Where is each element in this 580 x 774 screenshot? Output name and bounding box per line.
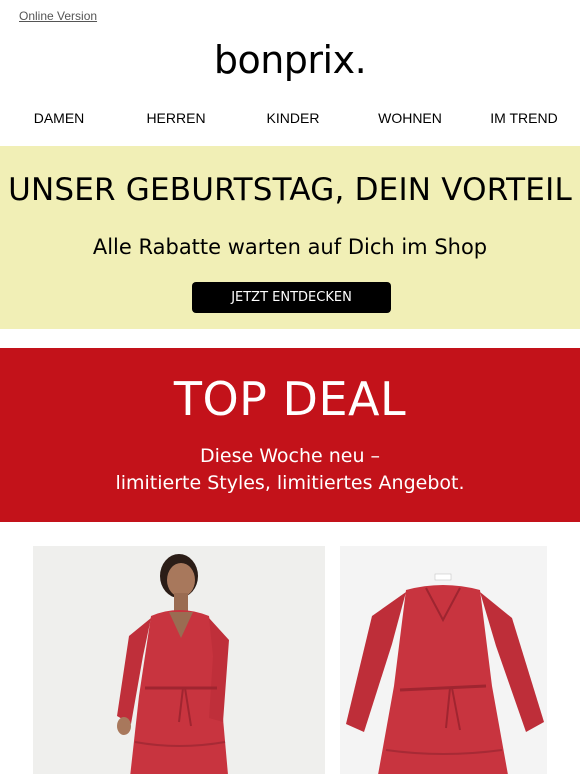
main-navigation: DAMEN HERREN KINDER WOHNEN IM TREND [0, 110, 580, 130]
top-deal-line-2: limitierte Styles, limitiertes Angebot. [115, 472, 465, 494]
top-deal-description: Diese Woche neu – limitierte Styles, lim… [0, 443, 580, 497]
nav-item-kinder[interactable]: KINDER [267, 110, 320, 126]
top-deal-line-1: Diese Woche neu – [199, 445, 381, 467]
promo-subline: Alle Rabatte warten auf Dich im Shop [92, 235, 488, 259]
product-image-model[interactable] [33, 546, 325, 774]
top-deal-title: TOP DEAL [173, 372, 407, 426]
red-dress-product-image [340, 546, 547, 774]
online-version-link[interactable]: Online Version [19, 9, 97, 23]
birthday-promo-banner[interactable]: UNSER GEBURTSTAG, DEIN VORTEIL Alle Raba… [0, 146, 580, 329]
discover-now-button[interactable]: JETZT ENTDECKEN [192, 282, 391, 313]
top-deal-banner[interactable]: TOP DEAL Diese Woche neu – limitierte St… [0, 348, 580, 522]
nav-item-im-trend[interactable]: IM TREND [490, 110, 557, 126]
model-red-dress-image [33, 546, 325, 774]
nav-item-herren[interactable]: HERREN [146, 110, 205, 126]
logo-text: bonprix. [213, 38, 367, 82]
product-image-dress[interactable] [340, 546, 547, 774]
promo-headline: UNSER GEBURTSTAG, DEIN VORTEIL [8, 172, 572, 208]
bonprix-logo[interactable]: bonprix. [0, 34, 580, 90]
nav-item-damen[interactable]: DAMEN [34, 110, 85, 126]
nav-item-wohnen[interactable]: WOHNEN [378, 110, 442, 126]
